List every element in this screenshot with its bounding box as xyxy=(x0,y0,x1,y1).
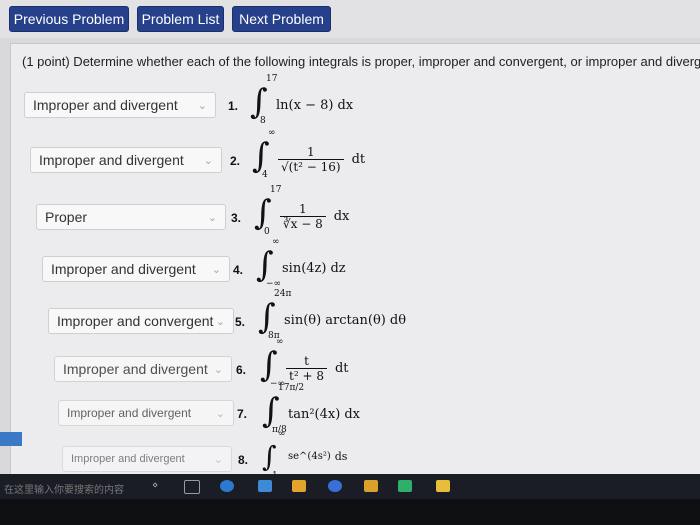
fraction: 1 ∛x − 8 xyxy=(280,202,326,231)
differential: dt xyxy=(334,360,349,376)
scroll-indicator xyxy=(0,432,22,446)
item-number: 8. xyxy=(238,453,249,467)
integral-7: ∫ 17π/2 π/8 tan²(4x) dx xyxy=(262,383,360,435)
microphone-icon[interactable]: ⋄ xyxy=(152,480,166,492)
answer-value: Proper xyxy=(45,209,88,225)
answer-select-5[interactable]: Improper and convergent ⌄ xyxy=(48,308,234,334)
integral-1: ∫ 17 8 ln(x − 8) dx xyxy=(250,74,354,126)
item-number: 6. xyxy=(236,363,247,377)
app-green-icon[interactable] xyxy=(398,480,412,492)
problem-prompt: (1 point) Determine whether each of the … xyxy=(22,54,700,69)
app-icon[interactable] xyxy=(364,480,378,492)
differential: dx xyxy=(337,97,354,113)
item-number: 1. xyxy=(228,99,239,113)
integrand: se^(4s²) xyxy=(288,450,331,462)
chevron-down-icon: ⌄ xyxy=(203,154,213,167)
answer-select-3[interactable]: Proper ⌄ xyxy=(36,204,226,230)
previous-problem-button[interactable]: Previous Problem xyxy=(9,6,129,32)
answer-value: Improper and divergent xyxy=(63,361,208,377)
integral-3: ∫ 17 0 1 ∛x − 8 dx xyxy=(254,185,350,237)
answer-value: Improper and divergent xyxy=(39,152,184,168)
chevron-down-icon: ⌄ xyxy=(215,315,225,328)
differential: dx xyxy=(344,406,360,422)
integral-6: ∫ ∞ −∞ t t² + 8 dt xyxy=(260,337,349,389)
fraction: 1 √(t² − 16) xyxy=(278,145,344,174)
edge-icon[interactable] xyxy=(258,480,272,492)
chevron-down-icon: ⌄ xyxy=(213,363,223,376)
integrand: sin(θ) arctan(θ) xyxy=(284,312,386,328)
file-explorer-icon[interactable] xyxy=(292,480,306,492)
browser-icon[interactable] xyxy=(220,480,234,492)
store-icon[interactable] xyxy=(328,480,342,492)
answer-value: Improper and divergent xyxy=(67,406,192,420)
answer-value: Improper and divergent xyxy=(33,97,178,113)
taskbar-search[interactable]: 在这里输入你要搜索的内容 xyxy=(4,481,124,496)
answer-select-7[interactable]: Improper and divergent ⌄ xyxy=(58,400,234,426)
answer-select-6[interactable]: Improper and divergent ⌄ xyxy=(54,356,232,382)
integral-4: ∫ ∞ −∞ sin(4z) dz xyxy=(256,237,346,289)
item-number: 3. xyxy=(231,211,242,225)
item-number: 2. xyxy=(230,154,241,168)
windows-taskbar: 在这里输入你要搜索的内容 ⋄ xyxy=(0,474,700,499)
integral-5: ∫ 24π 8π sin(θ) arctan(θ) dθ xyxy=(258,289,407,341)
differential: dz xyxy=(330,260,346,276)
item-number: 5. xyxy=(235,315,246,329)
integral-2: ∫ ∞ 4 1 √(t² − 16) dt xyxy=(252,128,366,180)
fraction: t t² + 8 xyxy=(286,354,327,383)
chevron-down-icon: ⌄ xyxy=(215,407,225,420)
differential: dx xyxy=(333,208,350,224)
answer-value: Improper and convergent xyxy=(57,313,214,329)
pin-icon[interactable] xyxy=(436,480,450,492)
integrand: ln(x − 8) xyxy=(276,97,334,113)
differential: ds xyxy=(334,449,348,463)
navigation-bar: Previous Problem Problem List Next Probl… xyxy=(0,0,700,38)
task-view-icon[interactable] xyxy=(184,480,200,494)
answer-select-1[interactable]: Improper and divergent ⌄ xyxy=(24,92,216,118)
differential: dθ xyxy=(389,312,407,328)
answer-select-2[interactable]: Improper and divergent ⌄ xyxy=(30,147,222,173)
problem-list-button[interactable]: Problem List xyxy=(137,6,224,32)
chevron-down-icon: ⌄ xyxy=(197,99,207,112)
chevron-down-icon: ⌄ xyxy=(207,211,217,224)
monitor-bezel xyxy=(0,499,700,525)
differential: dt xyxy=(351,151,366,167)
item-number: 4. xyxy=(233,263,244,277)
answer-select-4[interactable]: Improper and divergent ⌄ xyxy=(42,256,230,282)
integrand: tan²(4x) xyxy=(288,406,341,422)
integral-8: ∫∞1 se^(4s²) ds xyxy=(262,429,348,481)
answer-select-8[interactable]: Improper and divergent ⌄ xyxy=(62,446,232,472)
next-problem-button[interactable]: Next Problem xyxy=(232,6,331,32)
chevron-down-icon: ⌄ xyxy=(211,263,221,276)
answer-value: Improper and divergent xyxy=(51,261,196,277)
item-number: 7. xyxy=(237,407,248,421)
answer-value: Improper and divergent xyxy=(71,453,185,465)
integrand: sin(4z) xyxy=(282,260,327,276)
chevron-down-icon: ⌄ xyxy=(213,453,223,466)
